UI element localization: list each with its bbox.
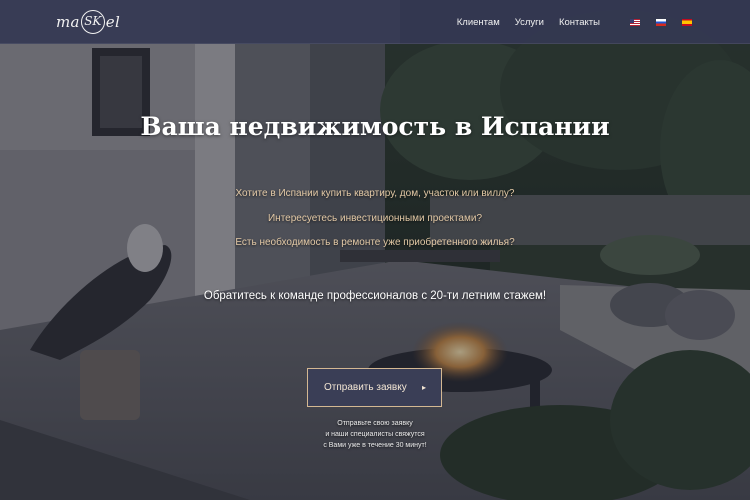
question-buy: Хотите в Испании купить квартиру, дом, у… — [235, 188, 515, 199]
note-line-2: и наши специалисты свяжутся — [325, 431, 425, 438]
nav-item-services[interactable]: Услуги — [515, 17, 544, 28]
english-flag-icon[interactable] — [630, 18, 640, 26]
logo-ring-mark: SK — [80, 10, 105, 34]
russian-flag-icon[interactable] — [656, 18, 666, 26]
nav-item-clients[interactable]: Клиентам — [457, 17, 500, 28]
arrow-right-icon: ▸ — [421, 383, 426, 392]
submit-request-button[interactable]: Отправить заявку ▸ — [307, 368, 442, 407]
question-renovation: Есть необходимость в ремонте уже приобре… — [235, 237, 515, 248]
page-title: Ваша недвижимость в Испании — [140, 112, 610, 141]
nav-item-contacts[interactable]: Контакты — [559, 17, 600, 28]
site-header: ma SK el Клиентам Услуги Контакты — [0, 0, 750, 44]
maskel-logo[interactable]: ma SK el — [56, 9, 120, 35]
logo-text-left: ma — [56, 13, 80, 31]
note-line-3: с Вами уже в течение 30 минут! — [323, 442, 427, 449]
submit-request-label: Отправить заявку — [324, 382, 407, 393]
response-time-note: Отправьте свою заявку и наши специалисты… — [0, 418, 750, 451]
question-list: Хотите в Испании купить квартиру, дом, у… — [0, 187, 750, 261]
logo-text-right: el — [105, 13, 121, 31]
language-switcher — [614, 18, 692, 26]
question-invest: Интересуетесь инвестиционными проектами? — [267, 212, 483, 224]
cta-text: Обратитесь к команде профессионалов с 20… — [203, 290, 547, 302]
main-nav: Клиентам Услуги Контакты — [442, 0, 692, 44]
spanish-flag-icon[interactable] — [682, 18, 692, 26]
note-line-1: Отправьте свою заявку — [337, 420, 413, 427]
